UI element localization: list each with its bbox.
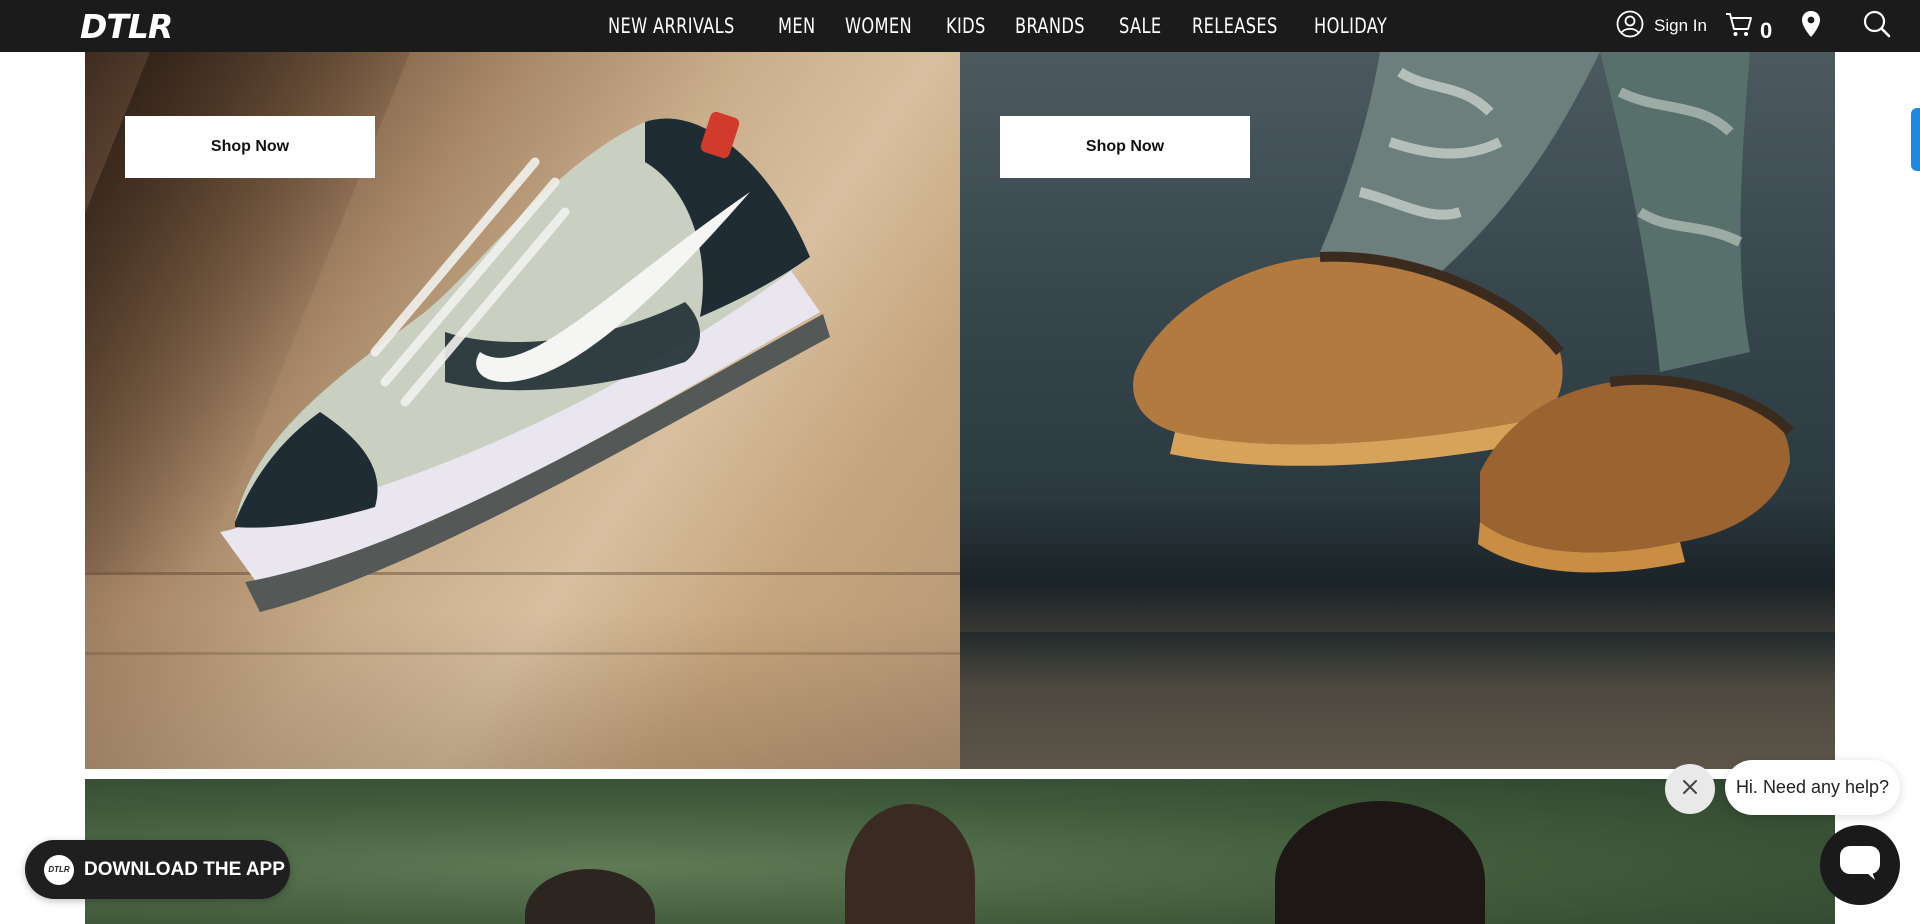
sign-in-link[interactable]: Sign In: [1616, 0, 1707, 52]
chat-greeting-text: Hi. Need any help?: [1735, 777, 1890, 797]
app-logo-text: DTLR: [48, 865, 70, 874]
chat-launcher-button[interactable]: [1820, 825, 1900, 905]
nav-item-sale[interactable]: SALE: [1119, 0, 1161, 52]
chat-greeting-bubble[interactable]: Hi. Need any help?: [1725, 760, 1900, 815]
feedback-side-tab[interactable]: [1911, 108, 1920, 171]
person-figure: [845, 804, 975, 924]
nav-item-women[interactable]: WOMEN: [845, 0, 912, 52]
nav-item-holiday[interactable]: HOLIDAY: [1314, 0, 1387, 52]
nav-item-brands[interactable]: BRANDS: [1015, 0, 1085, 52]
sign-in-label: Sign In: [1654, 16, 1707, 35]
search-button[interactable]: [1862, 0, 1892, 52]
close-icon: [1682, 779, 1698, 800]
shop-now-button-sneakers[interactable]: Shop Now: [125, 116, 375, 178]
cart-button[interactable]: 0: [1724, 0, 1772, 52]
cart-count: 0: [1760, 18, 1773, 43]
store-locator-button[interactable]: [1800, 0, 1822, 52]
chat-icon: [1839, 845, 1881, 886]
map-pin-icon: [1800, 10, 1822, 43]
shop-now-button-slippers[interactable]: Shop Now: [1000, 116, 1250, 178]
nav-item-kids[interactable]: KIDS: [946, 0, 986, 52]
promo-tile-sneaker[interactable]: Shop Now: [85, 52, 960, 769]
nav-item-men[interactable]: MEN: [778, 0, 815, 52]
promo-tile-holiday-people[interactable]: [85, 779, 1835, 924]
nav-item-new-arrivals[interactable]: NEW ARRIVALS: [608, 0, 735, 52]
nav-item-releases[interactable]: RELEASES: [1192, 0, 1278, 52]
cart-icon: [1724, 10, 1754, 43]
app-logo-icon: DTLR: [44, 854, 74, 885]
user-circle-icon: [1616, 10, 1644, 43]
promo-tile-slipper[interactable]: Shop Now: [960, 52, 1835, 769]
chat-close-button[interactable]: [1665, 764, 1715, 814]
main-nav: NEW ARRIVALS MEN WOMEN KIDS BRANDS SALE …: [608, 0, 1422, 52]
download-app-label: DOWNLOAD THE APP: [84, 858, 285, 880]
search-icon: [1862, 9, 1892, 44]
site-header: DTLR NEW ARRIVALS MEN WOMEN KIDS BRANDS …: [0, 0, 1920, 52]
download-app-banner[interactable]: DTLR DOWNLOAD THE APP: [25, 840, 290, 899]
dtlr-logo[interactable]: DTLR: [80, 9, 173, 45]
person-figure: [525, 869, 655, 924]
person-figure: [1275, 801, 1485, 924]
